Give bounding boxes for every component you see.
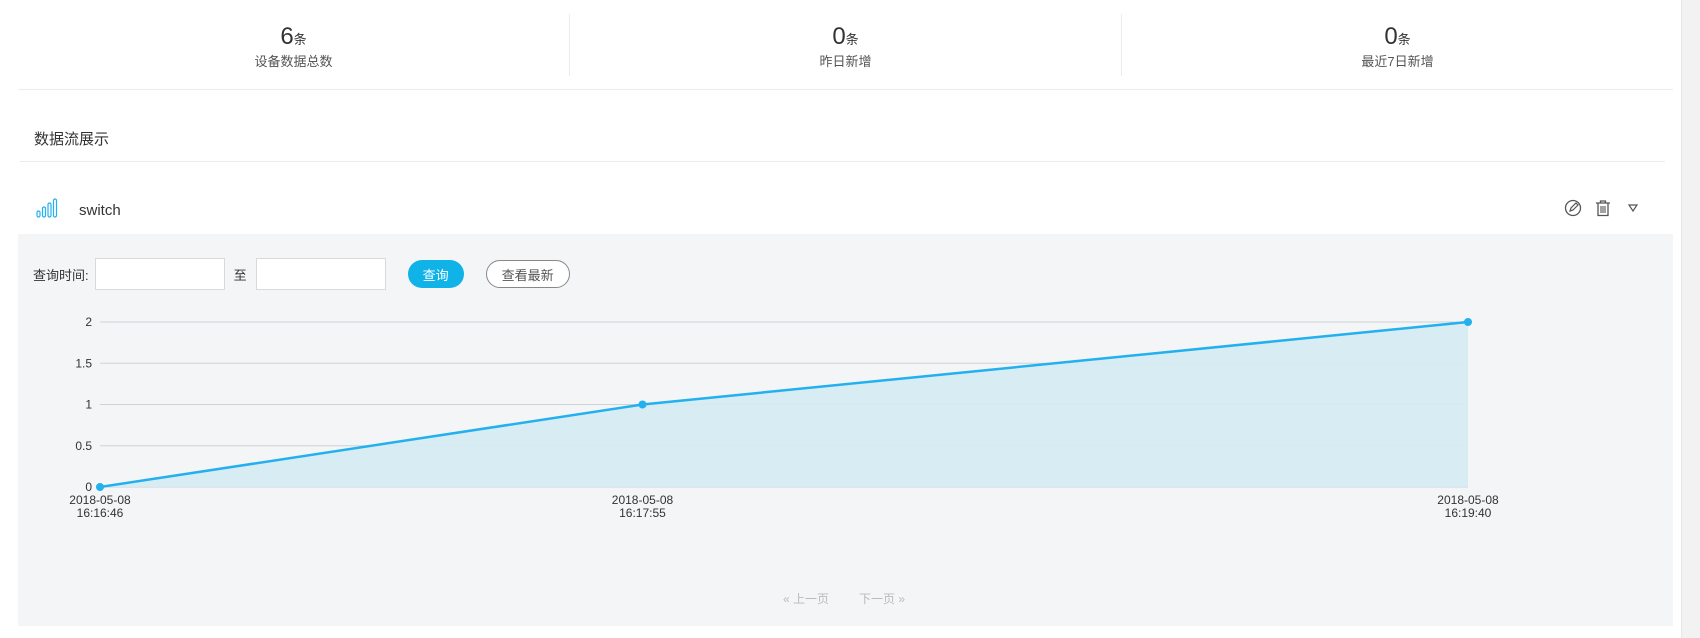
data-point	[638, 400, 647, 409]
stream-actions	[1563, 198, 1643, 218]
section-title: 数据流展示	[20, 128, 1665, 162]
stat-yesterday: 0条 昨日新增	[570, 14, 1122, 76]
stat-week: 0条 最近7日新增	[1122, 14, 1673, 76]
trash-icon[interactable]	[1593, 198, 1613, 218]
y-tick-label: 0	[85, 480, 92, 494]
stat-total-unit: 条	[293, 32, 307, 47]
line-chart: 00.511.522018-05-0816:16:462018-05-0816:…	[69, 315, 1499, 520]
data-point	[1464, 318, 1472, 326]
y-tick-label: 2	[85, 315, 92, 329]
stream-header: switch	[18, 190, 1673, 234]
caret-down-icon[interactable]	[1623, 198, 1643, 218]
bar-signal-icon	[36, 198, 58, 223]
data-point	[96, 483, 104, 491]
stat-total-value: 6	[280, 23, 294, 50]
stat-week-value: 0	[1384, 23, 1398, 50]
x-tick-label: 16:17:55	[619, 506, 666, 520]
edit-icon[interactable]	[1563, 198, 1583, 218]
y-tick-label: 1.5	[75, 356, 92, 370]
x-tick-label: 2018-05-08	[612, 493, 674, 507]
scrollbar[interactable]	[1681, 0, 1700, 638]
page: 6条 设备数据总数 0条 昨日新增 0条 最近7日新增 数据流展示 switch	[0, 0, 1700, 638]
prev-page-link[interactable]: « 上一页	[783, 590, 829, 607]
stat-yesterday-label: 昨日新增	[819, 54, 872, 69]
y-tick-label: 1	[85, 398, 92, 412]
stat-total: 6条 设备数据总数	[18, 14, 570, 76]
stat-week-unit: 条	[1397, 32, 1411, 47]
x-tick-label: 2018-05-08	[1437, 493, 1499, 507]
x-tick-label: 16:16:46	[77, 506, 124, 520]
stream-name: switch	[79, 202, 121, 219]
stats-bar: 6条 设备数据总数 0条 昨日新增 0条 最近7日新增	[18, 14, 1673, 90]
x-tick-label: 2018-05-08	[69, 493, 131, 507]
stat-yesterday-value: 0	[832, 23, 846, 50]
next-page-link[interactable]: 下一页 »	[859, 590, 905, 607]
stat-week-label: 最近7日新增	[1361, 54, 1434, 69]
stat-total-label: 设备数据总数	[254, 54, 333, 69]
chart-panel: 查询时间: 至 查询 查看最新 0 0.5 1 1.5 2 2018-05-08 16:16…	[18, 234, 1673, 626]
x-tick-label: 16:19:40	[1445, 506, 1492, 520]
pager: « 上一页 下一页 »	[783, 590, 905, 607]
y-tick-label: 0.5	[75, 439, 92, 453]
stat-yesterday-unit: 条	[845, 32, 859, 47]
